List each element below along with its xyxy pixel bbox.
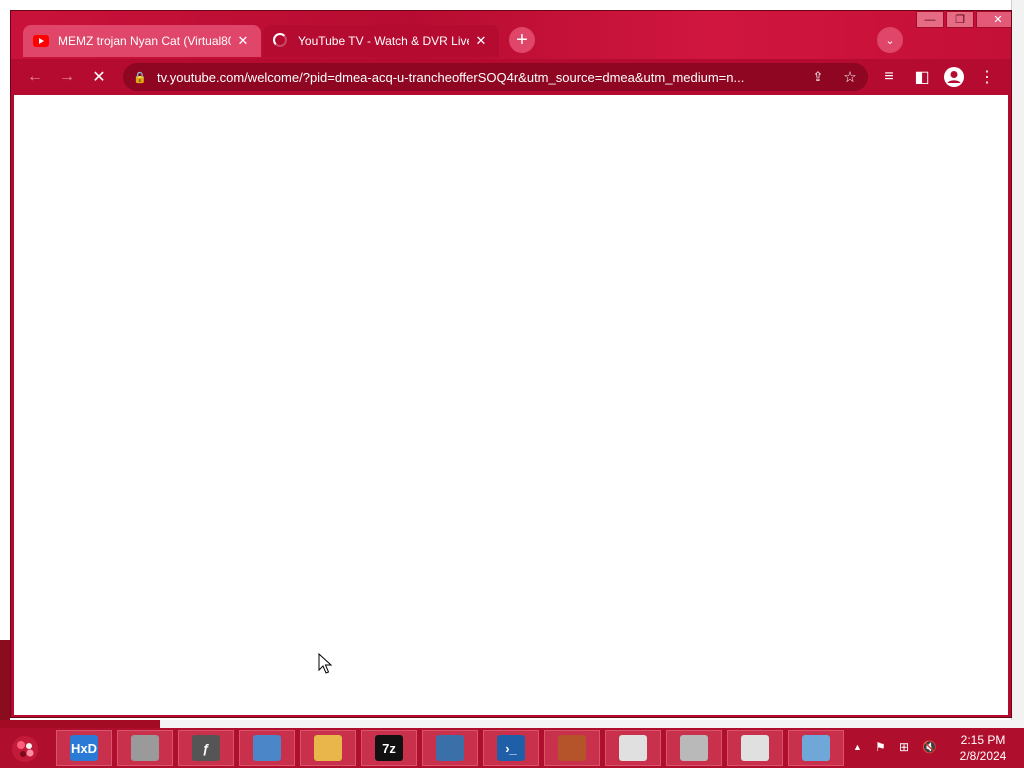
taskbar-button[interactable]: [239, 730, 295, 766]
taskbar-button[interactable]: ƒ: [178, 730, 234, 766]
url-text[interactable]: tv.youtube.com/welcome/?pid=dmea-acq-u-t…: [157, 70, 797, 85]
taskbar-button[interactable]: [605, 730, 661, 766]
maximize-button[interactable]: ❐: [946, 11, 974, 28]
close-tab-icon[interactable]: ✕: [235, 33, 251, 49]
show-hidden-icons-button[interactable]: ▲: [853, 742, 862, 752]
desktop-strip-light: [160, 720, 1024, 728]
tab-title: MEMZ trojan Nyan Cat (Virtual8086: [58, 34, 231, 48]
desktop-strip: [0, 720, 160, 728]
browser-titlebar[interactable]: MEMZ trojan Nyan Cat (Virtual8086 ✕ YouT…: [11, 11, 1011, 59]
notepad-icon: [802, 735, 830, 761]
hxd-hex-editor-icon: HxD: [70, 735, 98, 761]
lock-icon[interactable]: 🔒: [133, 71, 147, 84]
chrome-active-icon: [619, 735, 647, 761]
share-icon[interactable]: ⇪: [808, 67, 828, 87]
tab-memz-nyan-cat[interactable]: MEMZ trojan Nyan Cat (Virtual8086 ✕: [23, 25, 261, 57]
7zip-icon: 7z: [375, 735, 403, 761]
taskbar-button[interactable]: HxD: [56, 730, 112, 766]
network-monitor-icon: [436, 735, 464, 761]
start-orb-icon: [12, 736, 38, 762]
tab-search-button[interactable]: ⌄: [877, 27, 903, 53]
chrome-icon: [741, 735, 769, 761]
clock-date: 2/8/2024: [959, 749, 1007, 763]
address-bar[interactable]: 🔒 tv.youtube.com/welcome/?pid=dmea-acq-u…: [123, 63, 868, 91]
forward-button[interactable]: →: [55, 65, 79, 89]
taskbar: HxD ƒ 7z ›_ ▲ ⚑ ⊞ 🔇 2:15 PM 2/8/2024: [0, 728, 1024, 768]
taskbar-button[interactable]: [666, 730, 722, 766]
stop-loading-button[interactable]: ✕: [87, 65, 111, 89]
cd-media-icon: [131, 735, 159, 761]
new-tab-button[interactable]: +: [509, 27, 535, 53]
clock[interactable]: 2:15 PM 2/8/2024: [948, 732, 1018, 764]
network-icon[interactable]: ⊞: [899, 740, 909, 754]
close-window-button[interactable]: ✕: [976, 11, 1011, 28]
page-content-area[interactable]: [14, 95, 1008, 715]
media-controls-icon[interactable]: ≡: [877, 65, 901, 89]
taskbar-button[interactable]: [422, 730, 478, 766]
taskbar-button[interactable]: [788, 730, 844, 766]
clock-time: 2:15 PM: [960, 733, 1006, 747]
browser-toolbar: ← → ✕ 🔒 tv.youtube.com/welcome/?pid=dmea…: [11, 59, 1011, 95]
tab-youtube-tv[interactable]: YouTube TV - Watch & DVR Live ✕: [263, 25, 499, 57]
minimize-button[interactable]: —: [916, 11, 944, 28]
firewall-icon: [558, 735, 586, 761]
control-panel-icon: [253, 735, 281, 761]
taskbar-button[interactable]: [544, 730, 600, 766]
window-controls: — ❐ ✕: [914, 11, 1011, 28]
start-button[interactable]: [8, 732, 42, 766]
back-button[interactable]: ←: [23, 65, 47, 89]
desktop-background-left: [0, 640, 10, 730]
taskbar-button[interactable]: [117, 730, 173, 766]
youtube-icon: [33, 33, 49, 49]
side-panel-icon[interactable]: ◧: [910, 65, 934, 89]
printer-scanner-icon: [680, 735, 708, 761]
taskbar-button[interactable]: ›_: [483, 730, 539, 766]
mouse-cursor-icon: [318, 653, 332, 674]
flag-icon[interactable]: ⚑: [875, 740, 886, 754]
profile-avatar-icon[interactable]: [942, 65, 966, 89]
file-explorer-icon: [314, 735, 342, 761]
loading-spinner-icon: [273, 33, 289, 49]
bookmark-star-icon[interactable]: ☆: [840, 67, 860, 87]
taskbar-button[interactable]: [727, 730, 783, 766]
taskbar-button[interactable]: [300, 730, 356, 766]
volume-muted-icon[interactable]: 🔇: [922, 740, 937, 754]
taskbar-button[interactable]: 7z: [361, 730, 417, 766]
browser-window: MEMZ trojan Nyan Cat (Virtual8086 ✕ YouT…: [10, 10, 1012, 718]
flash-player-icon: ƒ: [192, 735, 220, 761]
close-tab-icon[interactable]: ✕: [473, 33, 489, 49]
desktop-background: [1011, 0, 1024, 728]
powershell-icon: ›_: [497, 735, 525, 761]
menu-icon[interactable]: ⋮: [975, 65, 999, 89]
tab-title: YouTube TV - Watch & DVR Live: [298, 34, 469, 48]
